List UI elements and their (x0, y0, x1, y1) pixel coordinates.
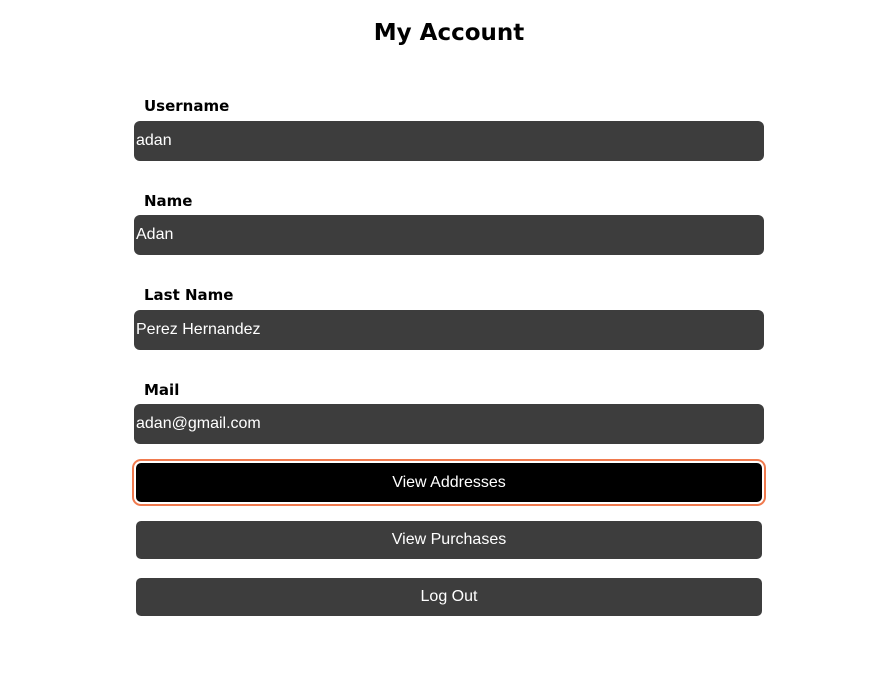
last-name-label: Last Name (144, 286, 234, 304)
page-title: My Account (373, 20, 525, 46)
mail-field[interactable] (134, 404, 764, 444)
name-label: Name (144, 192, 193, 210)
username-field[interactable] (134, 121, 764, 161)
mail-label: Mail (144, 381, 180, 399)
view-addresses-button[interactable]: View Addresses (136, 463, 762, 502)
last-name-field[interactable] (134, 310, 764, 350)
log-out-button[interactable]: Log Out (136, 578, 762, 616)
view-purchases-button[interactable]: View Purchases (136, 521, 762, 559)
username-label: Username (144, 97, 230, 115)
name-field[interactable] (134, 215, 764, 255)
